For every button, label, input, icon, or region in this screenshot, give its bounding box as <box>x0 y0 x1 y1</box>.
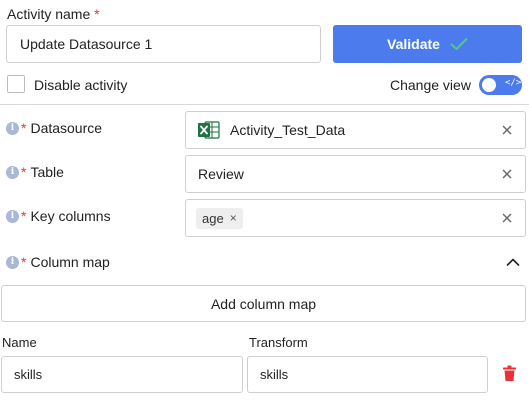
table-label: i * Table <box>6 164 64 180</box>
mapping-transform-value: skills <box>260 367 289 382</box>
table-label-text: Table <box>30 164 64 180</box>
transform-column-header: Transform <box>249 335 308 350</box>
info-icon[interactable]: i <box>6 255 19 269</box>
table-value: Review <box>198 166 244 182</box>
clear-icon[interactable] <box>501 212 513 224</box>
datasource-label: i * Datasource <box>6 120 102 136</box>
activity-name-label: Activity name * <box>7 6 100 22</box>
clear-icon[interactable] <box>501 124 513 136</box>
chip-label: age <box>202 210 224 226</box>
mapping-transform-input[interactable]: skills <box>247 356 488 393</box>
check-icon <box>450 37 468 51</box>
datasource-value: Activity_Test_Data <box>230 122 346 138</box>
validate-label: Validate <box>387 36 440 52</box>
change-view-toggle[interactable]: </> <box>479 75 522 95</box>
info-icon[interactable]: i <box>6 165 19 179</box>
activity-name-input[interactable]: Update Datasource 1 <box>6 25 321 63</box>
name-column-header: Name <box>2 335 37 350</box>
key-column-chip: age × <box>196 207 243 229</box>
chip-remove-icon[interactable]: × <box>230 211 237 225</box>
chevron-up-icon[interactable] <box>506 257 520 267</box>
required-mark: * <box>21 254 27 270</box>
column-map-label: i * Column map <box>6 254 110 270</box>
table-select[interactable]: Review <box>185 155 526 193</box>
activity-name-value: Update Datasource 1 <box>20 36 153 52</box>
mapping-name-input[interactable]: skills <box>1 356 243 393</box>
required-mark: * <box>21 208 27 224</box>
key-columns-label-text: Key columns <box>30 208 111 224</box>
divider <box>0 104 529 105</box>
required-mark: * <box>21 120 27 136</box>
required-mark: * <box>21 164 27 180</box>
mapping-name-value: skills <box>14 367 43 382</box>
validate-button[interactable]: Validate <box>333 25 522 63</box>
change-view-label: Change view <box>390 77 471 93</box>
key-columns-select[interactable]: age × <box>185 199 526 237</box>
add-column-map-label: Add column map <box>210 295 317 312</box>
trash-icon[interactable] <box>502 365 517 382</box>
required-mark: * <box>94 6 100 22</box>
info-icon[interactable]: i <box>6 209 19 223</box>
info-icon[interactable]: i <box>6 121 19 135</box>
datasource-label-text: Datasource <box>30 120 103 136</box>
datasource-select[interactable]: Activity_Test_Data <box>185 111 526 149</box>
disable-activity-label: Disable activity <box>34 77 128 93</box>
activity-name-label-text: Activity name <box>7 6 91 22</box>
code-icon: </> <box>505 78 522 88</box>
excel-icon <box>198 120 220 140</box>
key-columns-label: i * Key columns <box>6 208 111 224</box>
add-column-map-button[interactable]: Add column map <box>1 285 526 322</box>
column-map-label-text: Column map <box>30 254 110 270</box>
clear-icon[interactable] <box>501 168 513 180</box>
toggle-knob <box>482 78 496 92</box>
disable-activity-checkbox[interactable] <box>7 75 25 93</box>
